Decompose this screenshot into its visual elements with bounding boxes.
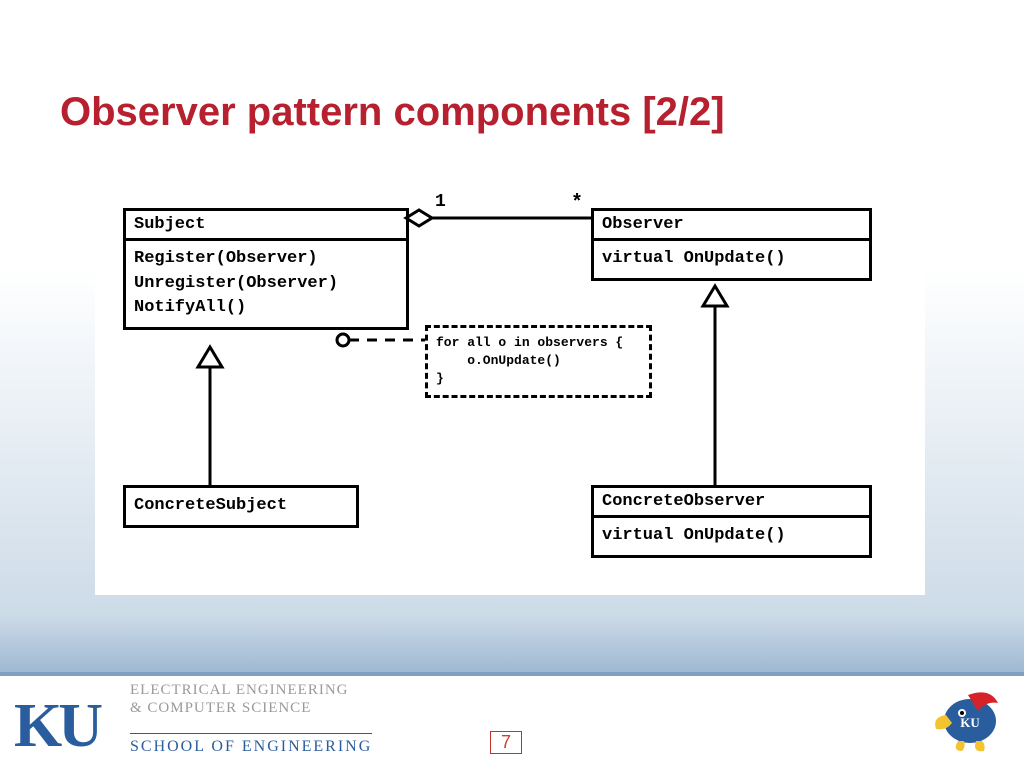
method: NotifyAll() xyxy=(134,296,398,321)
slide: Observer pattern components [2/2] Subjec… xyxy=(0,0,1024,768)
class-methods: virtual OnUpdate() xyxy=(594,518,869,555)
ku-logo: KU xyxy=(14,691,99,762)
note-line: } xyxy=(436,370,641,388)
note-line: o.OnUpdate() xyxy=(436,352,641,370)
jayhawk-mascot-icon: KU xyxy=(928,681,1006,758)
class-methods: virtual OnUpdate() xyxy=(594,241,869,278)
uml-diagram: Subject Register(Observer) Unregister(Ob… xyxy=(95,180,925,595)
multiplicity-many: * xyxy=(571,192,583,215)
class-name: Subject xyxy=(126,211,406,241)
method: virtual OnUpdate() xyxy=(602,524,861,549)
note-line: for all o in observers { xyxy=(436,334,641,352)
uml-class-subject: Subject Register(Observer) Unregister(Ob… xyxy=(123,208,409,330)
slide-title: Observer pattern components [2/2] xyxy=(60,90,725,135)
uml-class-concrete-subject: ConcreteSubject xyxy=(123,485,359,528)
uml-class-concrete-observer: ConcreteObserver virtual OnUpdate() xyxy=(591,485,872,558)
page-number: 7 xyxy=(490,731,522,754)
svg-text:KU: KU xyxy=(960,715,980,730)
department-label: ELECTRICAL ENGINEERING & COMPUTER SCIENC… xyxy=(130,681,349,719)
class-methods: Register(Observer) Unregister(Observer) … xyxy=(126,241,406,327)
class-name: ConcreteObserver xyxy=(594,488,869,518)
school-label: SCHOOL OF ENGINEERING xyxy=(130,733,372,756)
dept-line-2: & COMPUTER SCIENCE xyxy=(130,699,349,718)
dept-line-1: ELECTRICAL ENGINEERING xyxy=(130,681,349,700)
uml-note: for all o in observers { o.OnUpdate() } xyxy=(425,325,652,398)
ku-logo-text: KU xyxy=(14,692,99,760)
slide-footer: KU ELECTRICAL ENGINEERING & COMPUTER SCI… xyxy=(0,672,1024,768)
multiplicity-one: 1 xyxy=(435,192,446,212)
method: Register(Observer) xyxy=(134,247,398,272)
uml-class-observer: Observer virtual OnUpdate() xyxy=(591,208,872,281)
class-name: Observer xyxy=(594,211,869,241)
class-name: ConcreteSubject xyxy=(126,488,356,525)
method: Unregister(Observer) xyxy=(134,272,398,297)
method: virtual OnUpdate() xyxy=(602,247,861,272)
